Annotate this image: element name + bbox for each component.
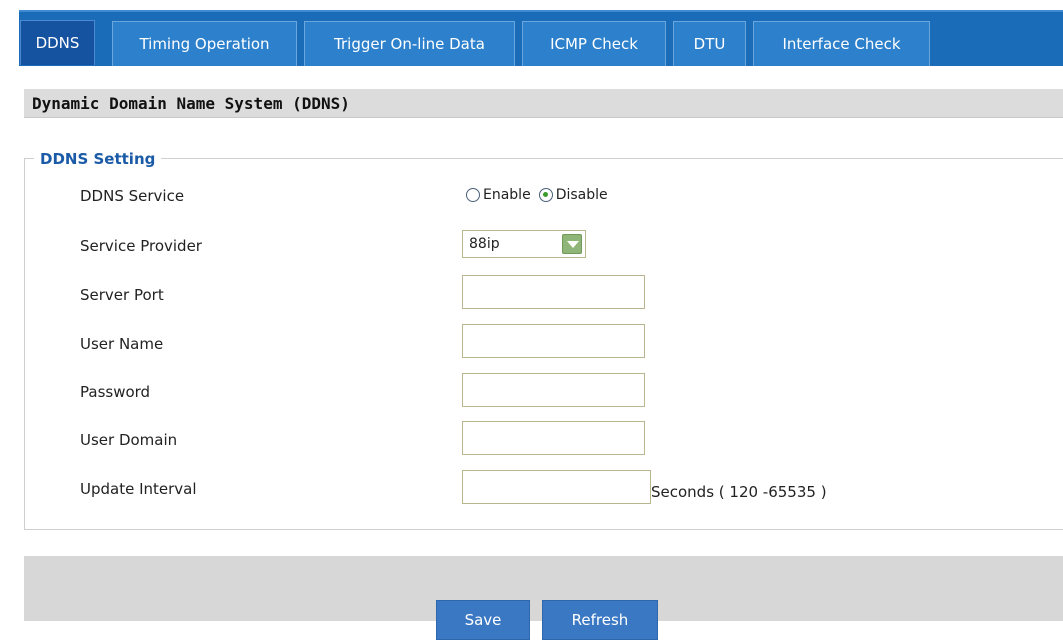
service-provider-value: 88ip	[469, 236, 500, 252]
ddns-service-radio-group: Enable Disable	[466, 184, 616, 206]
user-domain-input[interactable]	[462, 421, 645, 455]
server-port-input[interactable]	[462, 275, 645, 309]
user-name-label: User Name	[80, 335, 164, 353]
enable-radio-label[interactable]: Enable	[483, 187, 531, 203]
tab-trigger-online-data[interactable]: Trigger On-line Data	[304, 21, 515, 66]
service-provider-select[interactable]: 88ip	[462, 230, 586, 258]
server-port-label: Server Port	[80, 286, 164, 304]
ddns-service-label: DDNS Service	[80, 187, 185, 205]
update-interval-input[interactable]	[462, 470, 651, 504]
page-title: Dynamic Domain Name System (DDNS)	[24, 89, 1063, 118]
update-interval-range-hint: Seconds ( 120 -65535 )	[651, 483, 827, 501]
tab-bar: DDNS Timing Operation Trigger On-line Da…	[19, 10, 1063, 66]
tab-interface-check[interactable]: Interface Check	[753, 21, 930, 66]
refresh-button[interactable]: Refresh	[542, 600, 658, 640]
tab-dtu[interactable]: DTU	[673, 21, 746, 66]
disable-radio[interactable]	[538, 188, 553, 202]
tab-timing-operation[interactable]: Timing Operation	[112, 21, 297, 66]
chevron-down-icon[interactable]	[562, 234, 582, 254]
tab-icmp-check[interactable]: ICMP Check	[522, 21, 666, 66]
password-label: Password	[80, 383, 151, 401]
service-provider-label: Service Provider	[80, 237, 202, 255]
tab-ddns[interactable]: DDNS	[20, 20, 95, 65]
update-interval-label: Update Interval	[80, 480, 197, 498]
disable-radio-label[interactable]: Disable	[556, 187, 608, 203]
user-domain-label: User Domain	[80, 431, 178, 449]
fieldset-legend: DDNS Setting	[34, 150, 162, 168]
enable-radio[interactable]	[466, 188, 480, 202]
save-button[interactable]: Save	[436, 600, 530, 640]
password-input[interactable]	[462, 373, 645, 407]
user-name-input[interactable]	[462, 324, 645, 358]
